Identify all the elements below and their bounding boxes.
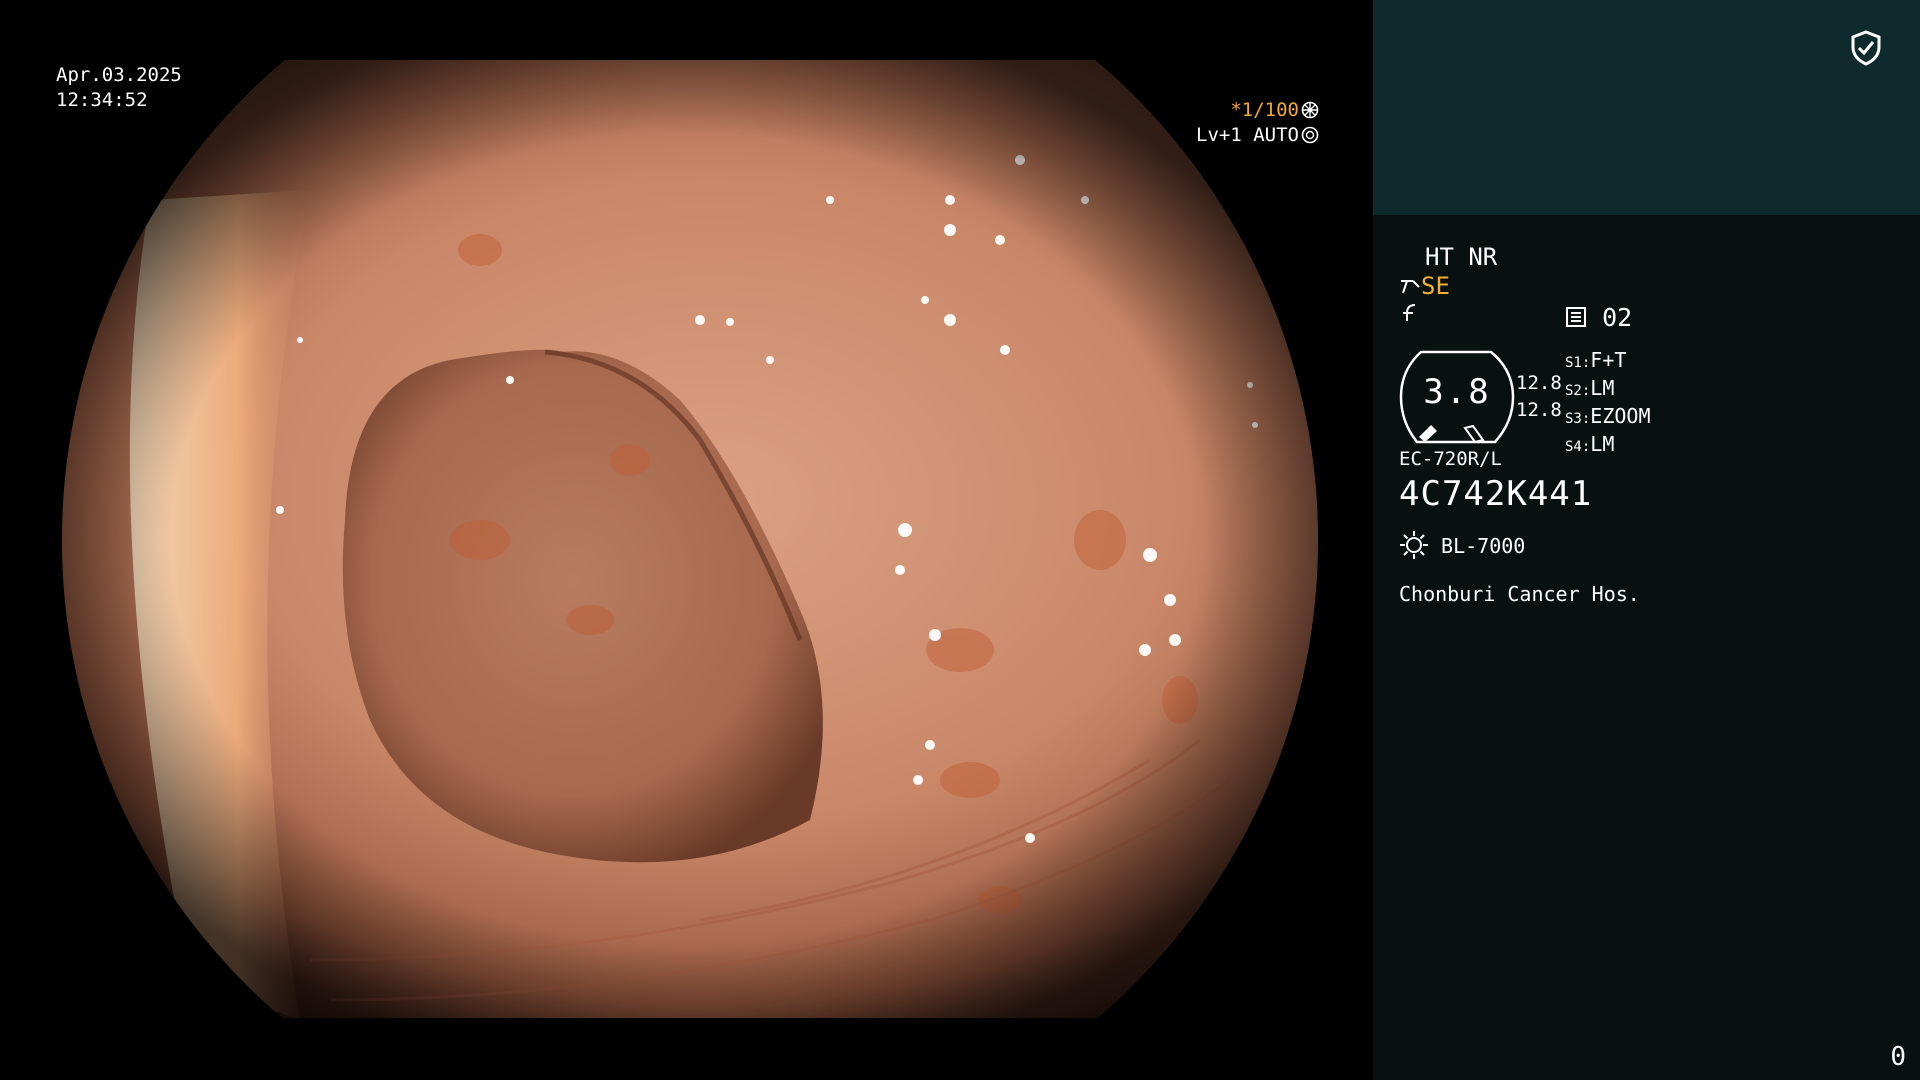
- scope-setting-row: S4:LM: [1565, 432, 1615, 456]
- value-pair: 12.8 12.8: [1516, 370, 1562, 424]
- light-source-row: BL-7000: [1399, 530, 1525, 560]
- scope-setting-key: S4: [1565, 439, 1582, 455]
- scope-settings: S1:F+T S2:LM S3:EZOOM S4:LM: [1565, 348, 1651, 460]
- ht-nr-label: HT NR: [1425, 243, 1498, 271]
- se-row: SE: [1399, 272, 1450, 300]
- gauge-value: 3.8: [1423, 372, 1491, 412]
- scope-setting-row: S2:LM: [1565, 376, 1615, 400]
- scope-setting-value: LM: [1590, 376, 1615, 400]
- scope-setting-key: S3: [1565, 411, 1582, 427]
- value-b: 12.8: [1516, 399, 1562, 421]
- exposure-info: *1/100 Lv+1 AUTO: [1196, 98, 1319, 148]
- scope-setting-key: S2: [1565, 383, 1582, 399]
- memory-icon: [1566, 307, 1586, 327]
- shield-check-icon[interactable]: [1850, 30, 1882, 66]
- time-text: 12:34:52: [56, 89, 148, 111]
- shutter-icon: [1301, 101, 1319, 119]
- se-label: SE: [1421, 272, 1450, 300]
- image-counter: 0: [1890, 1042, 1906, 1072]
- light-icon: [1400, 531, 1428, 559]
- scope-setting-value: LM: [1590, 432, 1615, 456]
- hospital-name: Chonburi Cancer Hos.: [1399, 582, 1640, 606]
- endoscopy-image: [0, 0, 1373, 1080]
- value-a: 12.8: [1516, 372, 1562, 394]
- light-source-label: BL-7000: [1441, 534, 1526, 558]
- scope-setting-key: S1: [1565, 355, 1582, 371]
- shutter-row: *1/100: [1196, 98, 1319, 123]
- scope-icon: [1401, 280, 1420, 294]
- freeze-row: [1399, 302, 1421, 330]
- memory-row: 02: [1565, 303, 1632, 332]
- scope-setting-row: S1:F+T: [1565, 348, 1627, 372]
- panel-header: [1373, 0, 1920, 215]
- scope-setting-value: F+T: [1590, 348, 1627, 372]
- date-time: Apr.03.2025 12:34:52: [56, 63, 182, 113]
- date-text: Apr.03.2025: [56, 64, 182, 86]
- iris-icon: [1301, 126, 1319, 144]
- level-row: Lv+1 AUTO: [1196, 123, 1319, 148]
- gauge: 3.8: [1399, 350, 1515, 444]
- endoscopy-viewport: Apr.03.2025 12:34:52 *1/100 Lv+1 AUTO: [0, 0, 1373, 1080]
- scope-setting-value: EZOOM: [1590, 404, 1651, 428]
- scope-serial: 4C742K441: [1399, 474, 1593, 514]
- shutter-speed: *1/100: [1230, 99, 1299, 121]
- memory-value: 02: [1602, 303, 1633, 332]
- settings-panel: HT NR SE 02 3.8 12.8 12.8 S1:F+T S2:LM S…: [1373, 0, 1920, 1080]
- scope-model: EC-720R/L: [1399, 448, 1502, 470]
- scope-setting-row: S3:EZOOM: [1565, 404, 1651, 428]
- level-auto: Lv+1 AUTO: [1196, 124, 1299, 146]
- freeze-icon: [1403, 304, 1416, 321]
